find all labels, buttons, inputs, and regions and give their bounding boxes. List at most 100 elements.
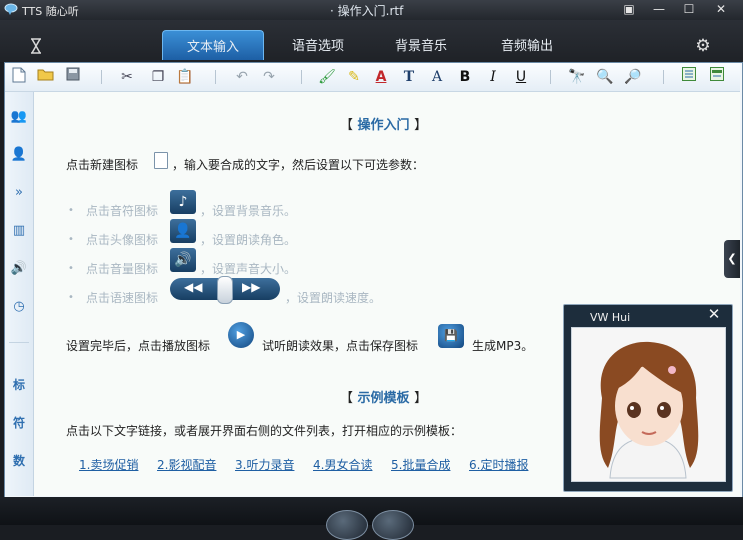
sidebar-number-label[interactable]: 数 xyxy=(11,452,27,469)
close-icon[interactable]: ✕ xyxy=(710,1,732,17)
template-link-film-dubbing[interactable]: 2.影视配音 xyxy=(157,456,216,473)
slider-knob xyxy=(217,276,233,304)
rewind-icon: ◀◀ xyxy=(184,280,203,294)
voice-character-panel: VW Hui ✕ xyxy=(563,304,733,492)
redo-icon[interactable]: ↷ xyxy=(259,67,279,87)
equalizer-icon[interactable]: ▥ xyxy=(10,222,28,240)
open-folder-icon[interactable] xyxy=(36,67,56,87)
templates-intro: 点击以下文字链接，或者展开界面右侧的文件列表，打开相应的示例模板： xyxy=(66,424,463,438)
voice-name: VW Hui xyxy=(590,311,631,324)
undo-icon[interactable]: ↶ xyxy=(232,67,252,87)
bullet: • xyxy=(68,292,74,303)
app-logo-icon xyxy=(4,3,18,15)
option-avatar-text: 点击头像图标 xyxy=(86,233,159,247)
bullet: • xyxy=(68,234,74,245)
option-music-desc: ，设置背景音乐。 xyxy=(200,204,297,218)
detail-view-icon[interactable] xyxy=(707,67,727,87)
section-title-text: 操作入门 xyxy=(357,118,410,133)
save-icon[interactable] xyxy=(63,67,83,87)
section-title-getting-started: 【 操作入门 】 xyxy=(340,114,427,133)
tab-voice-options[interactable]: 语音选项 xyxy=(275,30,361,60)
dropdown-menu-icon[interactable]: ▣ xyxy=(618,1,640,17)
font-color-icon[interactable]: A xyxy=(371,67,391,87)
bullet: • xyxy=(68,263,74,274)
character-portrait xyxy=(571,327,726,482)
bracket-right: 】 xyxy=(414,391,428,406)
role-group-icon[interactable]: 👥 xyxy=(10,108,28,126)
intro-text-end: ，输入要合成的文字，然后设置以下可选参数： xyxy=(172,158,425,172)
option-music-text: 点击音符图标 xyxy=(86,204,159,218)
edit-toolbar: ✂ ❐ 📋 ↶ ↷ 🖌 ✎ A T A B I U 🔭 🔍 🔎 xyxy=(5,63,740,92)
left-sidebar: 👥 👤 » ▥ 🔊 ◷ 标 符 数 xyxy=(5,92,34,496)
volume-icon[interactable]: 🔊 xyxy=(10,260,28,278)
save-mp3-icon: 💾 xyxy=(438,324,464,348)
user-icon[interactable]: 👤 xyxy=(10,146,28,164)
play-icon: ▶ xyxy=(228,322,254,348)
toolbar-divider xyxy=(301,70,302,84)
toolbar-divider xyxy=(663,70,664,84)
intro-text-start: 点击新建图标 xyxy=(66,158,139,172)
highlight-color-icon[interactable]: 🖌 xyxy=(317,67,337,87)
avatar-icon: 👤 xyxy=(170,219,196,243)
new-document-icon xyxy=(154,152,168,169)
sidebar-divider xyxy=(9,342,29,343)
template-link-scheduled[interactable]: 6.定时播报 xyxy=(469,456,528,473)
gear-icon[interactable]: ⚙ xyxy=(694,37,712,55)
bracket-left: 【 xyxy=(340,391,354,406)
paste-icon[interactable]: 📋 xyxy=(175,67,195,87)
option-volume-text: 点击音量图标 xyxy=(86,262,159,276)
toolbar-divider xyxy=(215,70,216,84)
maximize-icon[interactable]: ☐ xyxy=(678,1,700,17)
sidebar-tag-label[interactable]: 标 xyxy=(11,376,27,393)
zoom-out-icon[interactable]: 🔎 xyxy=(623,67,643,87)
copy-icon[interactable]: ❐ xyxy=(148,67,168,87)
minimize-icon[interactable]: — xyxy=(648,1,670,17)
section-title-templates: 【 示例模板 】 xyxy=(340,387,427,406)
done-text-start: 设置完毕后，点击播放图标 xyxy=(66,339,211,353)
bold-icon[interactable]: B xyxy=(455,67,475,87)
title-bar: TTS 随心听 · 操作入门.rtf ▣ — ☐ ✕ xyxy=(0,0,743,20)
document-title: · 操作入门.rtf xyxy=(330,4,404,18)
forward-icon[interactable]: » xyxy=(10,184,28,202)
font-size-icon[interactable]: T xyxy=(399,67,419,87)
tab-background-music[interactable]: 背景音乐 xyxy=(378,30,464,60)
tab-text-input[interactable]: 文本输入 xyxy=(162,30,264,60)
font-icon[interactable]: A xyxy=(427,67,447,87)
option-speed-text: 点击语速图标 xyxy=(86,291,159,305)
toolbar-divider xyxy=(101,70,102,84)
underline-icon[interactable]: U xyxy=(511,67,531,87)
tab-audio-output[interactable]: 音频输出 xyxy=(484,30,570,60)
section-title-text: 示例模板 xyxy=(357,391,410,406)
play-button[interactable] xyxy=(326,510,368,540)
toolbar-divider xyxy=(550,70,551,84)
cut-icon[interactable]: ✂ xyxy=(117,67,137,87)
tab-bar xyxy=(0,20,743,62)
fast-forward-icon: ▶▶ xyxy=(242,280,261,294)
option-avatar-desc: ，设置朗读角色。 xyxy=(200,233,297,247)
bracket-left: 【 xyxy=(340,118,354,133)
template-link-duet-reading[interactable]: 4.男女合读 xyxy=(313,456,372,473)
clock-icon[interactable]: ◷ xyxy=(10,298,28,316)
template-link-batch[interactable]: 5.批量合成 xyxy=(391,456,450,473)
done-text-middle: 试听朗读效果，点击保存图标 xyxy=(262,339,419,353)
hourglass-icon[interactable] xyxy=(28,38,44,54)
bullet: • xyxy=(68,205,74,216)
speaker-icon: 🔊 xyxy=(170,248,196,272)
speed-slider-icon: ◀◀ ▶▶ xyxy=(170,276,280,304)
record-button[interactable] xyxy=(372,510,414,540)
expand-file-list-arrow[interactable]: ❮ xyxy=(724,240,740,278)
list-view-icon[interactable] xyxy=(679,67,699,87)
close-icon[interactable]: ✕ xyxy=(705,306,723,322)
sidebar-symbol-label[interactable]: 符 xyxy=(11,414,27,431)
done-text-end: 生成MP3。 xyxy=(472,339,534,353)
music-note-icon: ♪ xyxy=(170,190,196,214)
bracket-right: 】 xyxy=(414,118,428,133)
template-link-mall-promo[interactable]: 1.卖场促销 xyxy=(79,456,138,473)
pen-color-icon[interactable]: ✎ xyxy=(344,67,364,87)
italic-icon[interactable]: I xyxy=(483,67,503,87)
new-file-icon[interactable] xyxy=(9,67,29,87)
find-icon[interactable]: 🔭 xyxy=(567,67,587,87)
zoom-in-icon[interactable]: 🔍 xyxy=(595,67,615,87)
template-link-listening[interactable]: 3.听力录音 xyxy=(235,456,294,473)
app-title: TTS 随心听 xyxy=(22,5,79,18)
